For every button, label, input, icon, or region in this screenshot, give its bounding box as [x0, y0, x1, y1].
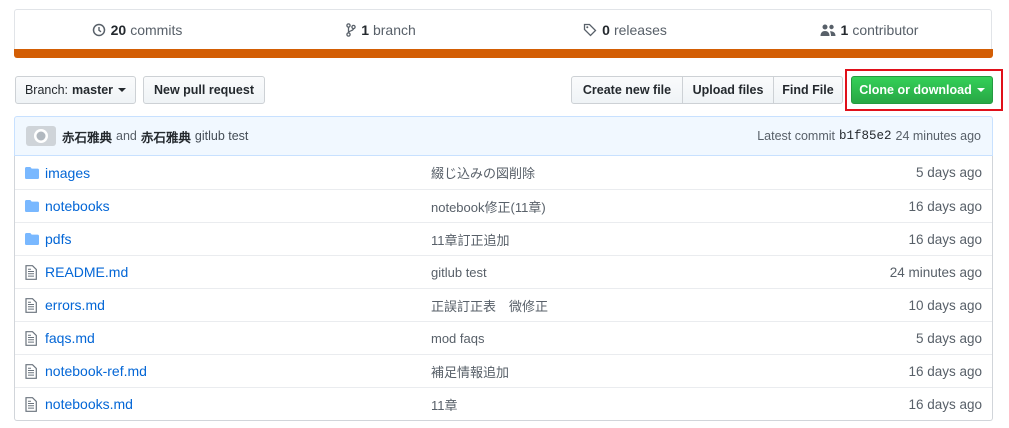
folder-icon — [25, 200, 41, 212]
folder-icon — [25, 233, 41, 245]
commits-link[interactable]: 20 commits — [15, 22, 259, 38]
file-age: 16 days ago — [908, 231, 982, 247]
file-age: 16 days ago — [908, 396, 982, 412]
file-name-link[interactable]: notebooks.md — [45, 396, 425, 412]
contributors-count: 1 — [840, 21, 849, 38]
commit-and: and — [116, 129, 137, 143]
file-row[interactable]: notebook-ref.md 補足情報追加 16 days ago — [15, 354, 992, 387]
file-icon — [25, 363, 41, 379]
file-row[interactable]: notebooks.md 11章 16 days ago — [15, 387, 992, 420]
avatar[interactable] — [26, 126, 56, 146]
latest-commit-label: Latest commit — [757, 129, 835, 143]
releases-label: releases — [613, 21, 667, 38]
file-commit-message[interactable]: 補足情報追加 — [431, 362, 509, 381]
commit-sha[interactable]: b1f85e2 — [839, 129, 892, 143]
caret-down-icon — [118, 88, 127, 92]
file-name-link[interactable]: images — [45, 165, 425, 181]
releases-link[interactable]: 0 releases — [503, 22, 747, 38]
contributors-link[interactable]: 1 contributor — [747, 22, 991, 38]
history-icon — [92, 23, 105, 36]
language-bar[interactable] — [14, 49, 993, 58]
upload-files-button[interactable]: Upload files — [682, 76, 774, 104]
find-file-button[interactable]: Find File — [773, 76, 843, 104]
file-name-link[interactable]: pdfs — [45, 231, 425, 247]
commit-author[interactable]: 赤石雅典 — [62, 127, 112, 146]
file-name-link[interactable]: faqs.md — [45, 330, 425, 346]
folder-icon — [25, 166, 41, 179]
commit-committer[interactable]: 赤石雅典 — [141, 127, 191, 146]
commit-meta: Latest commit b1f85e2 24 minutes ago — [757, 129, 981, 143]
branches-label: branch — [372, 21, 416, 38]
file-row[interactable]: README.md gitlub test 24 minutes ago — [15, 255, 992, 288]
commits-label: commits — [130, 21, 183, 38]
file-row[interactable]: pdfs 11章訂正追加 16 days ago — [15, 222, 992, 255]
file-icon — [25, 330, 41, 346]
file-name-link[interactable]: README.md — [45, 264, 425, 280]
file-row[interactable]: errors.md 正誤訂正表 微修正 10 days ago — [15, 288, 992, 321]
highlight-box — [845, 69, 1003, 111]
file-commit-message[interactable]: mod faqs — [431, 331, 484, 346]
latest-commit-bar: 赤石雅典 and 赤石雅典 gitlub test Latest commit … — [14, 116, 993, 156]
file-list: images 綴じ込みの図削除 5 days ago notebooks noteboo… — [14, 156, 993, 421]
git-branch-icon — [346, 22, 356, 37]
file-name-link[interactable]: notebook-ref.md — [45, 363, 425, 379]
file-commit-message[interactable]: gitlub test — [431, 265, 487, 280]
commits-count: 20 — [110, 21, 127, 38]
file-age: 5 days ago — [915, 165, 982, 180]
file-commit-message[interactable]: notebook修正(11章) — [431, 197, 546, 216]
file-name-link[interactable]: errors.md — [45, 297, 425, 313]
contributors-label: contributor — [852, 21, 919, 38]
file-commit-message[interactable]: 11章 — [431, 395, 458, 414]
commit-time: 24 minutes ago — [895, 129, 981, 143]
file-age: 16 days ago — [908, 363, 982, 379]
repo-summary-bar: 20 commits 1 branch 0 releases 1 contrib… — [14, 9, 992, 49]
branch-prefix: Branch: — [24, 83, 69, 97]
file-row[interactable]: faqs.md mod faqs 5 days ago — [15, 321, 992, 354]
branch-select-button[interactable]: Branch: master — [15, 76, 136, 104]
avatar-icon — [34, 129, 48, 143]
file-commit-message[interactable]: 正誤訂正表 微修正 — [431, 296, 548, 315]
branch-name: master — [72, 83, 114, 97]
file-icon — [25, 297, 41, 313]
file-commit-message[interactable]: 綴じ込みの図削除 — [431, 163, 535, 182]
releases-count: 0 — [602, 21, 610, 38]
file-row[interactable]: images 綴じ込みの図削除 5 days ago — [15, 156, 992, 189]
file-icon — [25, 264, 41, 280]
file-age: 16 days ago — [908, 198, 982, 214]
file-name-link[interactable]: notebooks — [45, 198, 425, 214]
file-commit-message[interactable]: 11章訂正追加 — [431, 230, 510, 249]
file-age: 5 days ago — [915, 330, 982, 346]
commit-message[interactable]: gitlub test — [195, 129, 249, 143]
branches-count: 1 — [361, 21, 369, 38]
tag-icon — [583, 23, 597, 36]
people-icon — [820, 24, 836, 36]
file-icon — [25, 396, 41, 412]
file-age: 10 days ago — [908, 297, 982, 313]
create-new-file-button[interactable]: Create new file — [571, 76, 683, 104]
file-row[interactable]: notebooks notebook修正(11章) 16 days ago — [15, 189, 992, 222]
file-age: 24 minutes ago — [889, 264, 982, 280]
branches-link[interactable]: 1 branch — [259, 22, 503, 38]
new-pull-request-button[interactable]: New pull request — [143, 76, 265, 104]
